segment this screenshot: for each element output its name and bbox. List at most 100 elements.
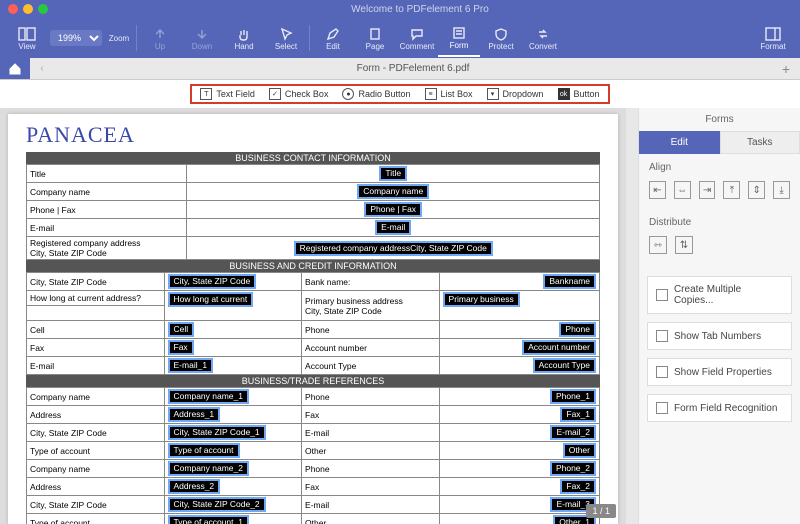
- select-button[interactable]: Select: [265, 19, 307, 57]
- align-center-h-icon[interactable]: ⇔: [674, 181, 691, 199]
- field-cell[interactable]: Cell: [168, 322, 195, 337]
- right-panel: Forms Edit Tasks Align ⇤ ⇔ ⇥ ⤒ ⇕ ⤓ Distr…: [638, 108, 800, 524]
- form-icon: [450, 25, 468, 41]
- field-citystate1[interactable]: City, State ZIP Code_1: [168, 425, 266, 440]
- label-howlong: How long at current address?: [27, 291, 165, 306]
- field-typeacct[interactable]: Type of account: [168, 443, 240, 458]
- field-company2[interactable]: Company name_2: [168, 461, 249, 476]
- format-button[interactable]: Format: [752, 19, 794, 57]
- show-tab-numbers-action[interactable]: Show Tab Numbers: [647, 322, 792, 350]
- tabnum-icon: [656, 330, 668, 342]
- home-tab[interactable]: [0, 58, 30, 79]
- page-icon: [366, 26, 384, 42]
- page-indicator: 1 / 1: [586, 504, 616, 518]
- check-box-tool[interactable]: ✓Check Box: [269, 88, 329, 100]
- view-button[interactable]: View: [6, 19, 48, 57]
- edit-button[interactable]: Edit: [312, 19, 354, 57]
- field-fax[interactable]: Fax: [168, 340, 194, 355]
- label-title: Title: [27, 165, 187, 183]
- tab-back-button[interactable]: ‹: [30, 58, 54, 79]
- tab-edit[interactable]: Edit: [639, 131, 720, 154]
- field-company[interactable]: Company name: [357, 184, 429, 199]
- label-regaddr: Registered company address City, State Z…: [27, 237, 187, 260]
- field-email2[interactable]: E-mail_2: [550, 425, 596, 440]
- dropdown-icon: ▾: [487, 88, 499, 100]
- zoom-select[interactable]: 199%: [50, 30, 102, 46]
- convert-button[interactable]: Convert: [522, 19, 564, 57]
- dropdown-tool[interactable]: ▾Dropdown: [487, 88, 544, 100]
- maximize-window-button[interactable]: [38, 4, 48, 14]
- close-window-button[interactable]: [8, 4, 18, 14]
- form-button[interactable]: Form: [438, 19, 480, 57]
- hand-icon: [235, 26, 253, 42]
- create-copies-action[interactable]: Create Multiple Copies...: [647, 276, 792, 314]
- field-regaddr[interactable]: Registered company addressCity, State ZI…: [294, 241, 493, 256]
- align-left-icon[interactable]: ⇤: [649, 181, 666, 199]
- field-phone1[interactable]: Phone_1: [550, 389, 596, 404]
- list-box-tool[interactable]: ≡List Box: [425, 88, 473, 100]
- field-fax1[interactable]: Fax_1: [560, 407, 596, 422]
- field-title[interactable]: Title: [379, 166, 407, 181]
- minimize-window-button[interactable]: [23, 4, 33, 14]
- label-acctnum: Account number: [302, 339, 440, 357]
- field-email[interactable]: E-mail: [375, 220, 411, 235]
- align-center-v-icon[interactable]: ⇕: [748, 181, 765, 199]
- field-acctnum[interactable]: Account number: [522, 340, 596, 355]
- document-area[interactable]: PANACEA BUSINESS CONTACT INFORMATION Tit…: [0, 108, 626, 524]
- align-right-icon[interactable]: ⇥: [699, 181, 716, 199]
- shield-icon: [492, 26, 510, 42]
- document-tab[interactable]: Form - PDFelement 6.pdf: [54, 58, 772, 79]
- align-bottom-icon[interactable]: ⤓: [773, 181, 790, 199]
- field-bankname[interactable]: Bankname: [543, 274, 596, 289]
- button-tool[interactable]: okButton: [558, 88, 600, 100]
- field-other[interactable]: Other: [563, 443, 596, 458]
- comment-icon: [408, 26, 426, 42]
- section-trade: BUSINESS/TRADE REFERENCES: [26, 375, 600, 387]
- home-icon: [8, 62, 22, 76]
- protect-button[interactable]: Protect: [480, 19, 522, 57]
- align-top-icon[interactable]: ⤒: [723, 181, 740, 199]
- text-field-tool[interactable]: TText Field: [200, 88, 255, 100]
- vertical-scrollbar[interactable]: [626, 108, 638, 524]
- form-field-recognition-action[interactable]: Form Field Recognition: [647, 394, 792, 422]
- arrow-down-icon: [193, 26, 211, 42]
- field-address1[interactable]: Address_1: [168, 407, 221, 422]
- show-field-properties-action[interactable]: Show Field Properties: [647, 358, 792, 386]
- distribute-h-icon[interactable]: ⇿: [649, 236, 667, 254]
- page-button[interactable]: Page: [354, 19, 396, 57]
- field-citystate2[interactable]: City, State ZIP Code_2: [168, 497, 266, 512]
- field-phonefax[interactable]: Phone | Fax: [364, 202, 422, 217]
- traffic-lights: [8, 4, 48, 14]
- hand-button[interactable]: Hand: [223, 19, 265, 57]
- field-typeacct1[interactable]: Type of account_1: [168, 515, 249, 524]
- pdf-page: PANACEA BUSINESS CONTACT INFORMATION Tit…: [8, 114, 618, 524]
- field-phone[interactable]: Phone: [559, 322, 596, 337]
- copies-icon: [656, 289, 668, 301]
- field-citystate[interactable]: City, State ZIP Code: [168, 274, 257, 289]
- list-icon: ≡: [425, 88, 437, 100]
- down-button[interactable]: Down: [181, 19, 223, 57]
- main-area: PANACEA BUSINESS CONTACT INFORMATION Tit…: [0, 108, 800, 524]
- checkbox-icon: ✓: [269, 88, 281, 100]
- field-email1[interactable]: E-mail_1: [168, 358, 214, 373]
- credit-table: City, State ZIP Code City, State ZIP Cod…: [26, 272, 600, 375]
- field-howlong[interactable]: How long at current: [168, 292, 254, 307]
- label-accttype: Account Type: [302, 357, 440, 375]
- field-primaddr[interactable]: Primary business: [443, 292, 520, 307]
- field-address2[interactable]: Address_2: [168, 479, 221, 494]
- field-phone2[interactable]: Phone_2: [550, 461, 596, 476]
- window-titlebar: Welcome to PDFelement 6 Pro: [0, 0, 800, 18]
- label-phone: Phone: [302, 321, 440, 339]
- add-tab-button[interactable]: +: [772, 58, 800, 79]
- up-button[interactable]: Up: [139, 19, 181, 57]
- field-company1[interactable]: Company name_1: [168, 389, 249, 404]
- field-fax2[interactable]: Fax_2: [560, 479, 596, 494]
- view-icon: [18, 26, 36, 42]
- comment-button[interactable]: Comment: [396, 19, 438, 57]
- field-accttype[interactable]: Account Type: [533, 358, 596, 373]
- label-citystate: City, State ZIP Code: [27, 273, 165, 291]
- align-label: Align: [639, 154, 800, 177]
- tab-tasks[interactable]: Tasks: [720, 131, 800, 154]
- radio-button-tool[interactable]: ●Radio Button: [342, 88, 410, 100]
- distribute-v-icon[interactable]: ⇅: [675, 236, 693, 254]
